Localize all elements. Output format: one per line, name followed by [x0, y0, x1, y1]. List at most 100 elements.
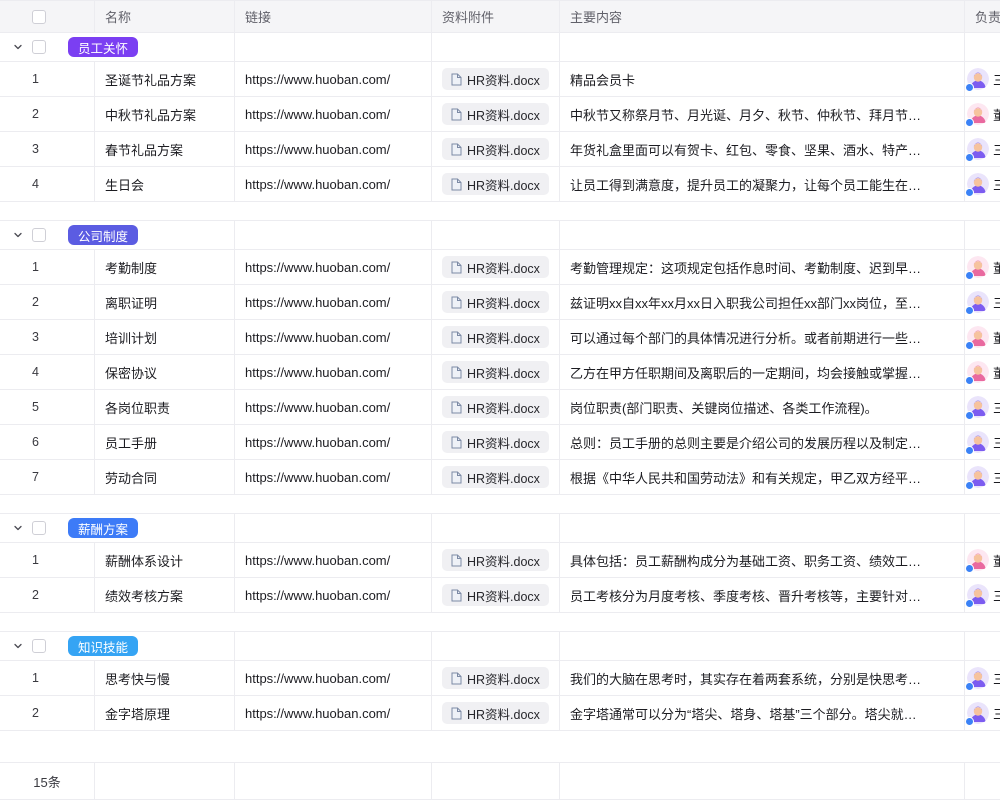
cell-content[interactable]: 金字塔通常可以分为“塔尖、塔身、塔基”三个部分。塔尖就… [560, 696, 965, 730]
chevron-down-icon[interactable] [12, 41, 24, 53]
cell-link[interactable]: https://www.huoban.com/ [235, 390, 432, 424]
owner[interactable]: 三 [967, 702, 1000, 724]
cell-content[interactable]: 具体包括：员工薪酬构成分为基础工资、职务工资、绩效工… [560, 543, 965, 577]
row-number: 2 [32, 706, 39, 720]
column-header-link[interactable]: 链接 [235, 1, 432, 32]
owner[interactable]: 董 [967, 103, 1000, 125]
owner[interactable]: 三 [967, 291, 1000, 313]
table-row: 2绩效考核方案https://www.huoban.com/HR资料.docx员… [0, 578, 1000, 613]
column-header-owner[interactable]: 负责人 [965, 1, 1000, 32]
attachment-chip[interactable]: HR资料.docx [442, 361, 549, 383]
column-header-content[interactable]: 主要内容 [560, 1, 965, 32]
attachment-chip[interactable]: HR资料.docx [442, 138, 549, 160]
group-name-badge[interactable]: 员工关怀 [68, 37, 138, 57]
attachment-chip[interactable]: HR资料.docx [442, 396, 549, 418]
cell-link[interactable]: https://www.huoban.com/ [235, 132, 432, 166]
owner[interactable]: 三 [967, 68, 1000, 90]
attachment-chip[interactable]: HR资料.docx [442, 173, 549, 195]
attachment-chip[interactable]: HR资料.docx [442, 291, 549, 313]
cell-name[interactable]: 考勤制度 [95, 250, 235, 284]
owner[interactable]: 三 [967, 396, 1000, 418]
cell-content[interactable]: 乙方在甲方任职期间及离职后的一定期间，均会接触或掌握… [560, 355, 965, 389]
owner[interactable]: 三 [967, 667, 1000, 689]
cell-content[interactable]: 年货礼盒里面可以有贺卡、红包、零食、坚果、酒水、特产… [560, 132, 965, 166]
attachment-chip[interactable]: HR资料.docx [442, 431, 549, 453]
online-badge [965, 564, 974, 573]
cell-link[interactable]: https://www.huoban.com/ [235, 320, 432, 354]
owner[interactable]: 三 [967, 584, 1000, 606]
chevron-down-icon[interactable] [12, 229, 24, 241]
cell-link[interactable]: https://www.huoban.com/ [235, 425, 432, 459]
cell-link[interactable]: https://www.huoban.com/ [235, 355, 432, 389]
cell-link[interactable]: https://www.huoban.com/ [235, 62, 432, 96]
attachment-chip[interactable]: HR资料.docx [442, 667, 549, 689]
cell-content[interactable]: 我们的大脑在思考时，其实存在着两套系统，分别是快思考… [560, 661, 965, 695]
owner[interactable]: 三 [967, 173, 1000, 195]
cell-name[interactable]: 薪酬体系设计 [95, 543, 235, 577]
owner[interactable]: 董 [967, 549, 1000, 571]
cell-name[interactable]: 绩效考核方案 [95, 578, 235, 612]
owner[interactable]: 三 [967, 138, 1000, 160]
cell-content[interactable]: 中秋节又称祭月节、月光诞、月夕、秋节、仲秋节、拜月节… [560, 97, 965, 131]
cell-name[interactable]: 金字塔原理 [95, 696, 235, 730]
cell-link[interactable]: https://www.huoban.com/ [235, 578, 432, 612]
cell-name[interactable]: 离职证明 [95, 285, 235, 319]
avatar [967, 326, 989, 348]
group-row: 公司制度 [0, 221, 1000, 250]
group-name-badge[interactable]: 公司制度 [68, 225, 138, 245]
group-select-checkbox[interactable] [32, 639, 46, 653]
cell-name[interactable]: 春节礼品方案 [95, 132, 235, 166]
owner[interactable]: 三 [967, 431, 1000, 453]
attachment-chip[interactable]: HR资料.docx [442, 466, 549, 488]
column-header-attachment[interactable]: 资料附件 [432, 1, 560, 32]
cell-link[interactable]: https://www.huoban.com/ [235, 543, 432, 577]
cell-content[interactable]: 总则：员工手册的总则主要是介绍公司的发展历程以及制定… [560, 425, 965, 459]
chevron-down-icon[interactable] [12, 522, 24, 534]
attachment-chip[interactable]: HR资料.docx [442, 103, 549, 125]
owner[interactable]: 董 [967, 361, 1000, 383]
cell-content[interactable]: 让员工得到满意度，提升员工的凝聚力，让每个员工能生在… [560, 167, 965, 201]
cell-name[interactable]: 中秋节礼品方案 [95, 97, 235, 131]
cell-name[interactable]: 圣诞节礼品方案 [95, 62, 235, 96]
cell-link[interactable]: https://www.huoban.com/ [235, 167, 432, 201]
cell-name[interactable]: 劳动合同 [95, 460, 235, 494]
attachment-chip[interactable]: HR资料.docx [442, 256, 549, 278]
group-name-badge[interactable]: 薪酬方案 [68, 518, 138, 538]
group-select-checkbox[interactable] [32, 40, 46, 54]
owner[interactable]: 三 [967, 466, 1000, 488]
cell-link[interactable]: https://www.huoban.com/ [235, 696, 432, 730]
cell-link[interactable]: https://www.huoban.com/ [235, 460, 432, 494]
cell-name[interactable]: 员工手册 [95, 425, 235, 459]
owner[interactable]: 董 [967, 256, 1000, 278]
row-index-cell: 1 [0, 543, 95, 577]
owner[interactable]: 董 [967, 326, 1000, 348]
attachment-chip[interactable]: HR资料.docx [442, 584, 549, 606]
cell-content[interactable]: 考勤管理规定：这项规定包括作息时间、考勤制度、迟到早… [560, 250, 965, 284]
group-name-badge[interactable]: 知识技能 [68, 636, 138, 656]
cell-name[interactable]: 生日会 [95, 167, 235, 201]
attachment-chip[interactable]: HR资料.docx [442, 326, 549, 348]
cell-name[interactable]: 培训计划 [95, 320, 235, 354]
cell-link[interactable]: https://www.huoban.com/ [235, 661, 432, 695]
cell-content[interactable]: 根据《中华人民共和国劳动法》和有关规定，甲乙双方经平… [560, 460, 965, 494]
select-all-checkbox[interactable] [32, 10, 46, 24]
attachment-chip[interactable]: HR资料.docx [442, 68, 549, 90]
doc-icon [451, 436, 462, 449]
cell-content[interactable]: 员工考核分为月度考核、季度考核、晋升考核等，主要针对… [560, 578, 965, 612]
cell-content[interactable]: 可以通过每个部门的具体情况进行分析。或者前期进行一些… [560, 320, 965, 354]
group-select-checkbox[interactable] [32, 228, 46, 242]
column-header-name[interactable]: 名称 [95, 1, 235, 32]
cell-link[interactable]: https://www.huoban.com/ [235, 250, 432, 284]
cell-link[interactable]: https://www.huoban.com/ [235, 97, 432, 131]
cell-content[interactable]: 兹证明xx自xx年xx月xx日入职我公司担任xx部门xx岗位，至… [560, 285, 965, 319]
cell-name[interactable]: 各岗位职责 [95, 390, 235, 424]
chevron-down-icon[interactable] [12, 640, 24, 652]
cell-content[interactable]: 岗位职责(部门职责、关键岗位描述、各类工作流程)。 [560, 390, 965, 424]
cell-content[interactable]: 精品会员卡 [560, 62, 965, 96]
attachment-chip[interactable]: HR资料.docx [442, 549, 549, 571]
cell-name[interactable]: 思考快与慢 [95, 661, 235, 695]
cell-link[interactable]: https://www.huoban.com/ [235, 285, 432, 319]
group-select-checkbox[interactable] [32, 521, 46, 535]
cell-name[interactable]: 保密协议 [95, 355, 235, 389]
attachment-chip[interactable]: HR资料.docx [442, 702, 549, 724]
